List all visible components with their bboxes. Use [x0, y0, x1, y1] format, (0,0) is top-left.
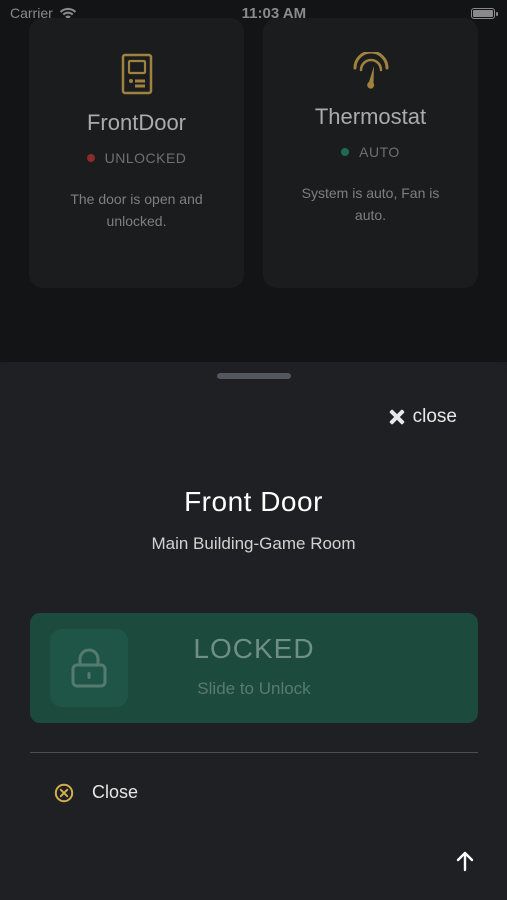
- battery-icon: [470, 7, 498, 19]
- card-title: Thermostat: [314, 104, 427, 129]
- divider: [30, 752, 478, 753]
- card-description: System is auto, Fan is auto.: [301, 185, 440, 223]
- scroll-to-top-button[interactable]: [452, 848, 478, 874]
- sheet-grabber[interactable]: [217, 373, 291, 379]
- circle-x-icon: [54, 783, 74, 802]
- card-status-label: UNLOCKED: [104, 150, 187, 166]
- slide-hint-label: Slide to Unlock: [197, 679, 311, 698]
- device-location: Main Building-Game Room: [151, 534, 356, 553]
- status-dot-red: [86, 154, 95, 162]
- device-detail-sheet: close Front Door Main Building-Game Room…: [0, 362, 507, 900]
- lock-state-label: LOCKED: [193, 633, 315, 664]
- close-button-label: close: [412, 406, 457, 427]
- device-card-thermostat[interactable]: Thermostat AUTO System is auto, Fan is a…: [263, 18, 478, 288]
- device-card-frontdoor[interactable]: FrontDoor UNLOCKED The door is open and …: [29, 18, 244, 288]
- footer-close-button[interactable]: Close: [54, 782, 138, 803]
- footer-close-label: Close: [92, 782, 139, 802]
- close-button[interactable]: close: [389, 406, 457, 428]
- card-status: AUTO: [341, 144, 400, 160]
- card-status-label: AUTO: [359, 144, 400, 160]
- slide-to-unlock-slider[interactable]: LOCKED Slide to Unlock: [30, 613, 478, 723]
- card-status: UNLOCKED: [86, 150, 187, 166]
- close-icon: [389, 409, 405, 425]
- background-dashboard: Carrier 11:03 AM FrontDoor UNLOCKED The …: [0, 0, 507, 362]
- card-description: The door is open and unlocked.: [70, 191, 203, 229]
- status-dot-green: [341, 148, 350, 156]
- device-title: Front Door: [184, 486, 323, 517]
- card-title: FrontDoor: [86, 110, 187, 135]
- gauge-icon: [351, 50, 391, 94]
- arrow-up-icon: [456, 851, 474, 872]
- screen: Carrier 11:03 AM FrontDoor UNLOCKED The …: [0, 0, 507, 900]
- door-panel-icon: [117, 52, 157, 96]
